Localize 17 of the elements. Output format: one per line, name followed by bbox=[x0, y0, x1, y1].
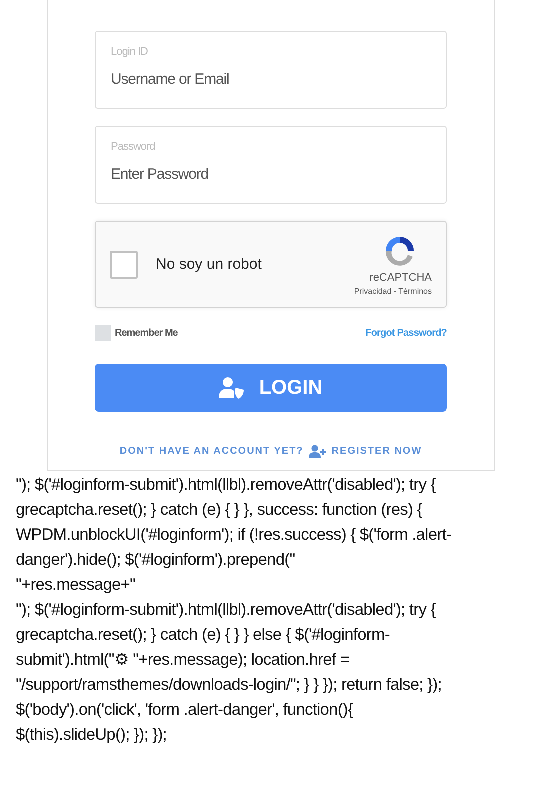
register-link[interactable]: REGISTER NOW bbox=[332, 446, 422, 457]
input-field[interactable]: Username or Email bbox=[111, 71, 431, 88]
user-shield-icon bbox=[219, 377, 246, 399]
input-field[interactable]: Enter Password bbox=[111, 166, 431, 183]
code-text: "); $('#loginform-submit').html(llbl).removeAttr('disabled'); try { grecaptcha.reset(); } catch (e) { } }, success: function (res) { WPDM.unblockUI('#loginform'); if (!res.success) { $('form .alert- danger').hide(); $('#loginform').prepend(" "+res.message+" "); $('#loginform-submit').html(llbl).removeAttr('disabled'); try { grecaptcha.reset(); } catch (e) { } } else { $('#loginform- submit').html("⚙ "+res.message); location.href = "/support/ramsthemes/downloads-login/"; } } }); return false; }); $('body').on('click', 'form .alert-danger', function(){ $(this).slideUp(); }); }); bbox=[16, 475, 452, 746]
register-prompt: DON'T HAVE AN ACCOUNT YET? bbox=[120, 446, 304, 457]
user-plus-icon bbox=[308, 445, 327, 458]
field-label: Login ID bbox=[111, 46, 149, 58]
captcha-checkbox[interactable] bbox=[110, 250, 138, 278]
captcha-label: No soy un robot bbox=[156, 256, 263, 273]
field-label: Password bbox=[111, 141, 156, 153]
login-button[interactable]: LOGIN bbox=[95, 364, 447, 412]
forgot-password-link[interactable]: Forgot Password? bbox=[366, 328, 447, 338]
captcha-brand: reCAPTCHA bbox=[370, 272, 432, 284]
remember-label: Remember Me bbox=[115, 328, 178, 338]
remember-checkbox[interactable] bbox=[95, 325, 111, 341]
captcha-links[interactable]: Privacidad - Términos bbox=[354, 287, 432, 296]
